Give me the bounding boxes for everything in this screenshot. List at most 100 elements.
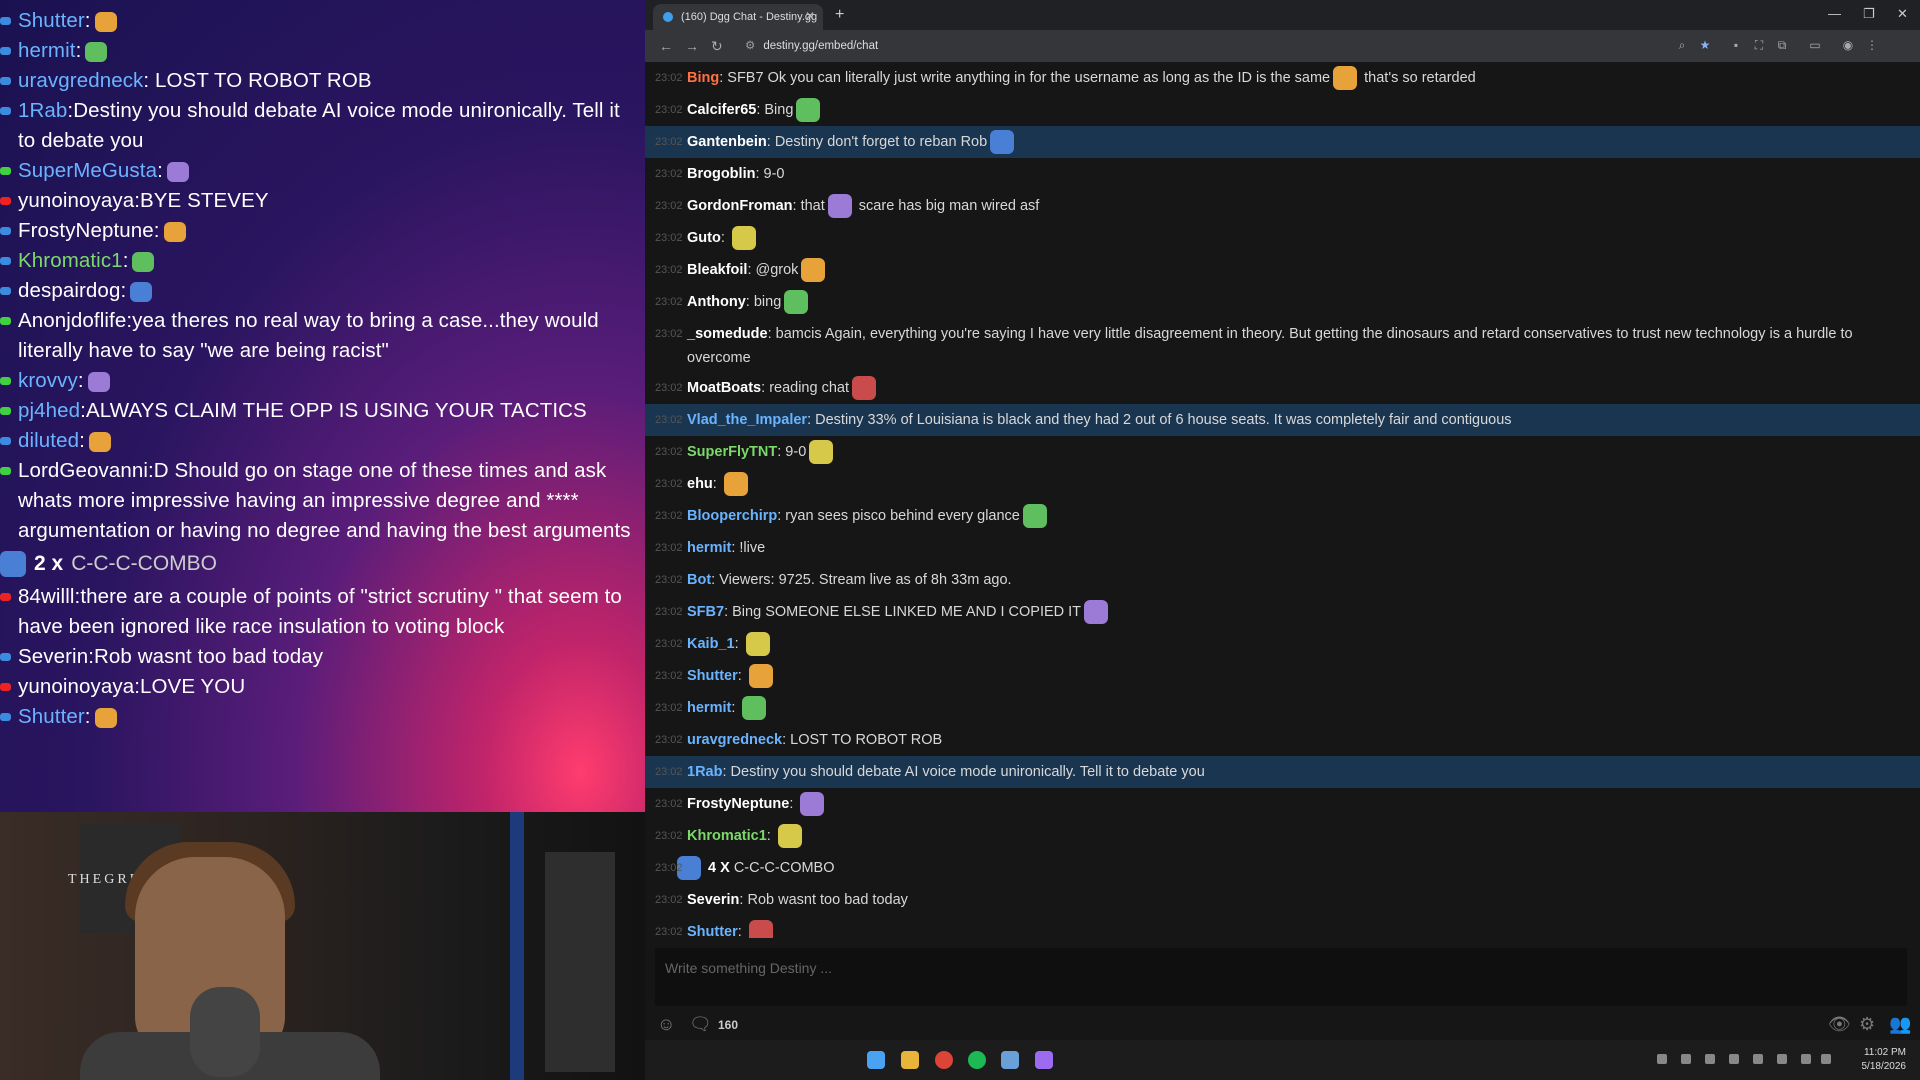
- stream-overlay: Shutter: hermit: uravgredneck: LOST TO ROB…: [0, 0, 645, 812]
- chat-timestamp: 23:02: [655, 638, 683, 650]
- overlay-username: krovvy: [18, 369, 78, 392]
- overlay-username: Shutter: [18, 705, 85, 728]
- tray-icon-3[interactable]: [1705, 1054, 1715, 1064]
- chat-username[interactable]: Vlad_the_Impaler: [687, 412, 807, 428]
- new-tab-icon[interactable]: +: [835, 6, 844, 24]
- chat-line: Brogoblin: 9-0: [687, 166, 785, 182]
- chat-text: SFB7 Ok you can literally just write any…: [727, 70, 1331, 86]
- profile-icon[interactable]: ◉: [1841, 38, 1855, 52]
- back-icon[interactable]: ←: [659, 38, 673, 54]
- chat-username[interactable]: uravgredneck: [687, 732, 782, 748]
- site-info-icon[interactable]: ⚙: [745, 40, 755, 52]
- overlay-message: Shutter:: [0, 6, 641, 36]
- chat-emote-icon: [784, 290, 809, 315]
- browser-window: (160) Dgg Chat - Destiny.gg ✕ + — ❐ ✕ ← …: [645, 0, 1920, 1040]
- tab-dgg-chat[interactable]: (160) Dgg Chat - Destiny.gg ✕: [653, 4, 823, 30]
- tray-icon-4[interactable]: [1729, 1054, 1739, 1064]
- chat-colon: :: [782, 732, 791, 748]
- address-bar[interactable]: ⚙ destiny.gg/embed/chat: [745, 36, 878, 56]
- steam-icon[interactable]: [1001, 1051, 1019, 1069]
- chat-username[interactable]: Bot: [687, 572, 711, 588]
- chat-username[interactable]: Brogoblin: [687, 166, 755, 182]
- minimize-icon[interactable]: —: [1828, 6, 1841, 21]
- tray-icon-5[interactable]: [1753, 1054, 1763, 1064]
- chat-username[interactable]: Severin: [687, 892, 739, 908]
- chat-emote-icon: [852, 376, 876, 401]
- chat-message: 23:02 Gantenbein: Destiny don't forget to…: [645, 126, 1920, 158]
- chat-username[interactable]: Calcifer65: [687, 102, 756, 118]
- chat-username[interactable]: 1Rab: [687, 764, 722, 780]
- reload-icon[interactable]: ↻: [711, 38, 723, 55]
- user-badge-icon: [0, 227, 11, 235]
- chat-line: _somedude: bamcis Again, everything you'…: [687, 318, 1910, 372]
- whispers-icon[interactable]: 🗨: [689, 1014, 712, 1035]
- chat-username[interactable]: GordonFroman: [687, 198, 793, 214]
- chat-username[interactable]: Shutter: [687, 668, 738, 684]
- chat-text: !live: [739, 540, 766, 556]
- chat-username[interactable]: Kaib_1: [687, 636, 735, 652]
- forward-icon[interactable]: →: [685, 38, 699, 54]
- zoom-icon[interactable]: ⌕: [1675, 38, 1689, 52]
- tab-close-icon[interactable]: ✕: [805, 9, 815, 23]
- emote-icon[interactable]: ☺: [657, 1014, 675, 1035]
- chrome-icon[interactable]: [935, 1051, 953, 1069]
- overlay-username: diluted: [18, 429, 80, 452]
- chat-input-box[interactable]: [655, 948, 1920, 1006]
- chat-username[interactable]: ehu: [687, 476, 713, 492]
- eye-icon[interactable]: 👁: [1828, 1014, 1851, 1035]
- chat-username[interactable]: SuperFlyTNT: [687, 444, 777, 460]
- chat-timestamp: 23:02: [655, 200, 683, 212]
- chat-username[interactable]: Shutter: [687, 924, 738, 938]
- chat-line: hermit: !live: [687, 540, 765, 556]
- chat-timestamp: 23:02: [655, 926, 683, 938]
- chat-message: 23:02 hermit: !live: [645, 532, 1920, 564]
- browser-toolbar: ← → ↻ ⚙ destiny.gg/embed/chat ⌕ ★ ▪ ⛶ ⧉ ▭…: [645, 30, 1920, 62]
- chat-timestamp: 23:02: [655, 542, 683, 554]
- combo-count: 2 x: [34, 552, 64, 575]
- volume-icon[interactable]: [1821, 1054, 1831, 1064]
- extension-screenshot-icon[interactable]: ⛶: [1752, 38, 1766, 52]
- chat-username[interactable]: Guto: [687, 230, 721, 246]
- chat-timestamp: 23:02: [655, 136, 683, 148]
- users-icon[interactable]: 👥: [1889, 1014, 1911, 1035]
- extension-hd-icon[interactable]: ▪: [1729, 38, 1743, 52]
- overlay-message: diluted:: [0, 426, 641, 456]
- tray-icon-6[interactable]: [1777, 1054, 1787, 1064]
- combo-label: C-C-C-COMBO: [71, 552, 218, 575]
- maximize-icon[interactable]: ❐: [1863, 6, 1875, 22]
- chat-username[interactable]: Bing: [687, 70, 719, 86]
- chat-username[interactable]: Blooperchirp: [687, 508, 777, 524]
- file-explorer-icon[interactable]: [901, 1051, 919, 1069]
- network-icon[interactable]: [1801, 1054, 1811, 1064]
- settings-gear-icon[interactable]: ⚙: [1859, 1014, 1875, 1035]
- overlay-message: FrostyNeptune:: [0, 216, 641, 246]
- chat-input[interactable]: [655, 948, 1920, 988]
- chat-username[interactable]: SFB7: [687, 604, 724, 620]
- clock[interactable]: 11:02 PM 5/18/2026: [1862, 1046, 1907, 1074]
- chat-username[interactable]: MoatBoats: [687, 380, 761, 396]
- tray-icon-2[interactable]: [1681, 1054, 1691, 1064]
- menu-kebab-icon[interactable]: ⋮: [1865, 38, 1879, 52]
- spotify-icon[interactable]: [968, 1051, 986, 1069]
- chat-username[interactable]: Anthony: [687, 294, 746, 310]
- bookmark-star-icon[interactable]: ★: [1698, 38, 1712, 52]
- chat-username[interactable]: hermit: [687, 540, 731, 556]
- windows-start-icon[interactable]: [867, 1051, 885, 1069]
- chat-username[interactable]: _somedude: [687, 326, 768, 342]
- tray-icon-1[interactable]: [1657, 1054, 1667, 1064]
- chat-username[interactable]: hermit: [687, 700, 731, 716]
- overlay-username: Anonjdoflife: [18, 309, 127, 332]
- obs-icon[interactable]: [1035, 1051, 1053, 1069]
- window-close-icon[interactable]: ✕: [1897, 6, 1908, 22]
- chat-username[interactable]: Bleakfoil: [687, 262, 747, 278]
- extensions-puzzle-icon[interactable]: ⧉: [1775, 38, 1789, 52]
- emote-icon: [85, 41, 108, 62]
- chat-username[interactable]: FrostyNeptune: [687, 796, 789, 812]
- overlay-username: yunoinoyaya: [18, 189, 135, 212]
- chat-username[interactable]: Gantenbein: [687, 134, 767, 150]
- side-panel-icon[interactable]: ▭: [1808, 38, 1822, 52]
- chat-timestamp: 23:02: [655, 232, 683, 244]
- chat-colon: :: [767, 326, 776, 342]
- chat-username[interactable]: Khromatic1: [687, 828, 767, 844]
- chat-emote-icon: [796, 98, 821, 123]
